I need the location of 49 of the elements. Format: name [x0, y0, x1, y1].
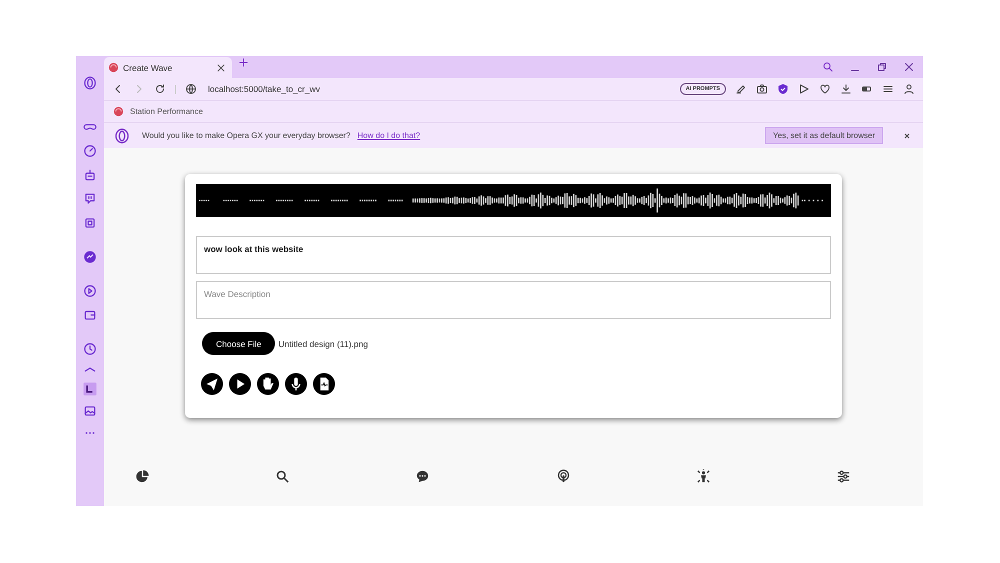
pie-chart-icon[interactable]	[135, 469, 150, 484]
choose-file-button[interactable]: Choose File	[202, 332, 276, 355]
chat-bubble-icon[interactable]	[83, 192, 97, 206]
heart-icon[interactable]	[819, 83, 831, 95]
podcast-icon[interactable]	[556, 469, 571, 484]
close-icon[interactable]	[903, 132, 911, 140]
infobar-message: Would you like to make Opera GX your everyday browser?	[142, 131, 350, 140]
sliders-icon[interactable]	[836, 469, 851, 484]
close-icon[interactable]	[216, 62, 226, 72]
tab-title: Create Wave	[123, 62, 172, 72]
play-button[interactable]	[229, 373, 251, 395]
shield-icon[interactable]	[777, 83, 789, 95]
camera-icon[interactable]	[756, 83, 768, 95]
document-button[interactable]	[313, 373, 335, 395]
profile-icon[interactable]	[903, 83, 915, 95]
browser-tab[interactable]: Create Wave	[104, 57, 232, 78]
plus-icon[interactable]	[238, 57, 249, 68]
image-icon[interactable]	[83, 404, 97, 418]
logo-icon	[114, 128, 130, 144]
restore-icon[interactable]	[876, 61, 888, 73]
clock-icon[interactable]	[83, 342, 97, 356]
messenger-icon[interactable]	[83, 250, 97, 264]
address-field[interactable]: localhost:5000/take_to_cr_wv	[208, 84, 320, 94]
download-icon[interactable]	[840, 83, 852, 95]
hand-button[interactable]	[257, 373, 279, 395]
favicon-icon	[108, 62, 119, 73]
search-icon[interactable]	[275, 469, 290, 484]
send-icon[interactable]	[798, 83, 810, 95]
description-field[interactable]: Wave Description	[196, 281, 831, 319]
logo-icon[interactable]	[83, 76, 97, 90]
reload-icon[interactable]	[154, 83, 166, 95]
speedometer-icon[interactable]	[83, 144, 97, 158]
wallet-icon[interactable]	[83, 308, 97, 322]
favicon-icon	[113, 106, 124, 117]
chip-icon[interactable]	[83, 216, 97, 230]
title-field[interactable]: wow look at this website	[196, 236, 831, 274]
chat-icon[interactable]	[415, 469, 430, 484]
help-link[interactable]: How do I do that?	[357, 131, 420, 140]
set-default-button[interactable]: Yes, set it as default browser	[765, 127, 883, 144]
play-circle-icon[interactable]	[83, 284, 97, 298]
send-button[interactable]	[201, 373, 223, 395]
person-icon[interactable]	[696, 469, 711, 484]
microphone-button[interactable]	[285, 373, 307, 395]
file-name: Untitled design (11).png	[278, 338, 368, 348]
globe-icon[interactable]	[185, 83, 197, 95]
edit-icon[interactable]	[735, 83, 747, 95]
robot-icon[interactable]	[83, 168, 97, 182]
bookmark-item[interactable]: Station Performance	[130, 107, 203, 116]
close-icon[interactable]	[903, 61, 915, 73]
